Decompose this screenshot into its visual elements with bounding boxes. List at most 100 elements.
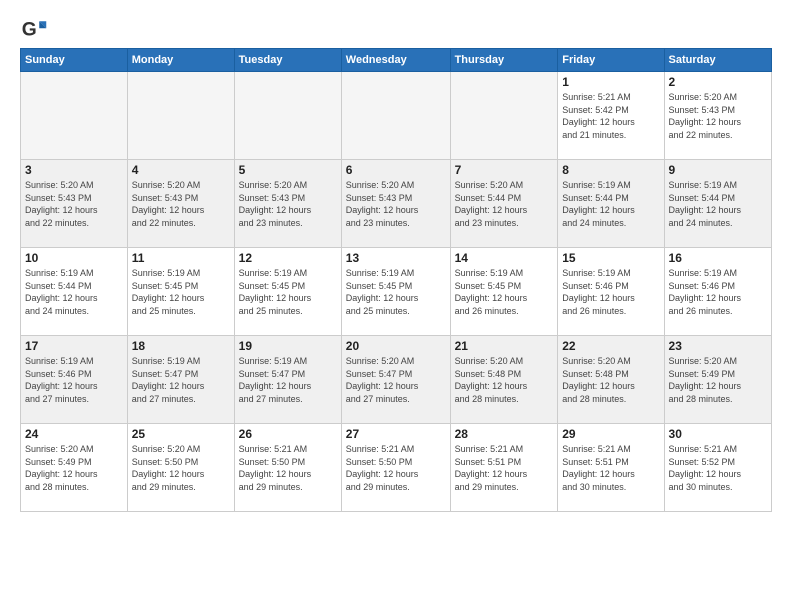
day-info: Sunrise: 5:19 AM Sunset: 5:44 PM Dayligh… [669,179,767,229]
calendar-cell: 29 Sunrise: 5:21 AM Sunset: 5:51 PM Dayli… [558,424,664,512]
day-number: 27 [346,427,446,441]
day-number: 5 [239,163,337,177]
calendar-cell: 2Sunrise: 5:20 AM Sunset: 5:43 PM Daylig… [664,72,771,160]
calendar-cell: 20 Sunrise: 5:20 AM Sunset: 5:47 PM Dayli… [341,336,450,424]
day-number: 22 [562,339,659,353]
calendar-cell: 24 Sunrise: 5:20 AM Sunset: 5:49 PM Dayli… [21,424,128,512]
day-number: 20 [346,339,446,353]
calendar-cell: 4 Sunrise: 5:20 AM Sunset: 5:43 PM Daylig… [127,160,234,248]
calendar: SundayMondayTuesdayWednesdayThursdayFrid… [20,48,772,512]
calendar-cell: 5 Sunrise: 5:20 AM Sunset: 5:43 PM Daylig… [234,160,341,248]
calendar-cell: 10Sunrise: 5:19 AM Sunset: 5:44 PM Dayli… [21,248,128,336]
weekday-header: Friday [558,49,664,72]
day-info: Sunrise: 5:19 AM Sunset: 5:46 PM Dayligh… [25,355,123,405]
day-number: 24 [25,427,123,441]
weekday-header: Monday [127,49,234,72]
day-number: 13 [346,251,446,265]
day-number: 3 [25,163,123,177]
day-number: 1 [562,75,659,89]
day-number: 14 [455,251,554,265]
calendar-cell: 9 Sunrise: 5:19 AM Sunset: 5:44 PM Daylig… [664,160,771,248]
day-number: 30 [669,427,767,441]
calendar-cell: 17 Sunrise: 5:19 AM Sunset: 5:46 PM Dayli… [21,336,128,424]
calendar-cell: 15Sunrise: 5:19 AM Sunset: 5:46 PM Dayli… [558,248,664,336]
day-number: 10 [25,251,123,265]
calendar-cell: 30 Sunrise: 5:21 AM Sunset: 5:52 PM Dayli… [664,424,771,512]
day-number: 23 [669,339,767,353]
calendar-cell [341,72,450,160]
header: G [20,16,772,44]
day-number: 6 [346,163,446,177]
calendar-cell: 23 Sunrise: 5:20 AM Sunset: 5:49 PM Dayli… [664,336,771,424]
calendar-week-row: 10Sunrise: 5:19 AM Sunset: 5:44 PM Dayli… [21,248,772,336]
calendar-cell: 19Sunrise: 5:19 AM Sunset: 5:47 PM Dayli… [234,336,341,424]
day-info: Sunrise: 5:19 AM Sunset: 5:45 PM Dayligh… [132,267,230,317]
weekday-header-row: SundayMondayTuesdayWednesdayThursdayFrid… [21,49,772,72]
calendar-cell: 11 Sunrise: 5:19 AM Sunset: 5:45 PM Dayli… [127,248,234,336]
day-info: Sunrise: 5:20 AM Sunset: 5:43 PM Dayligh… [132,179,230,229]
day-number: 15 [562,251,659,265]
day-info: Sunrise: 5:20 AM Sunset: 5:43 PM Dayligh… [346,179,446,229]
day-number: 16 [669,251,767,265]
weekday-header: Thursday [450,49,558,72]
day-number: 7 [455,163,554,177]
calendar-cell [21,72,128,160]
calendar-week-row: 24 Sunrise: 5:20 AM Sunset: 5:49 PM Dayli… [21,424,772,512]
calendar-cell: 13 Sunrise: 5:19 AM Sunset: 5:45 PM Dayli… [341,248,450,336]
day-info: Sunrise: 5:21 AM Sunset: 5:42 PM Dayligh… [562,91,659,141]
day-number: 12 [239,251,337,265]
day-number: 17 [25,339,123,353]
calendar-cell [234,72,341,160]
day-info: Sunrise: 5:21 AM Sunset: 5:50 PM Dayligh… [239,443,337,493]
calendar-week-row: 1 Sunrise: 5:21 AM Sunset: 5:42 PM Daylig… [21,72,772,160]
day-info: Sunrise: 5:20 AM Sunset: 5:43 PM Dayligh… [25,179,123,229]
calendar-cell: 25Sunrise: 5:20 AM Sunset: 5:50 PM Dayli… [127,424,234,512]
day-number: 29 [562,427,659,441]
calendar-cell [450,72,558,160]
page: G SundayMondayTuesdayWednesdayThursdayFr… [0,0,792,522]
day-info: Sunrise: 5:20 AM Sunset: 5:43 PM Dayligh… [669,91,767,141]
calendar-cell: 27 Sunrise: 5:21 AM Sunset: 5:50 PM Dayli… [341,424,450,512]
day-number: 11 [132,251,230,265]
day-info: Sunrise: 5:21 AM Sunset: 5:51 PM Dayligh… [562,443,659,493]
calendar-week-row: 3 Sunrise: 5:20 AM Sunset: 5:43 PM Daylig… [21,160,772,248]
day-number: 9 [669,163,767,177]
day-number: 25 [132,427,230,441]
day-number: 21 [455,339,554,353]
day-number: 19 [239,339,337,353]
weekday-header: Tuesday [234,49,341,72]
calendar-cell: 6 Sunrise: 5:20 AM Sunset: 5:43 PM Daylig… [341,160,450,248]
day-info: Sunrise: 5:21 AM Sunset: 5:52 PM Dayligh… [669,443,767,493]
day-info: Sunrise: 5:19 AM Sunset: 5:45 PM Dayligh… [455,267,554,317]
calendar-cell: 21 Sunrise: 5:20 AM Sunset: 5:48 PM Dayli… [450,336,558,424]
logo-icon: G [20,16,48,44]
calendar-cell: 7Sunrise: 5:20 AM Sunset: 5:44 PM Daylig… [450,160,558,248]
calendar-cell: 22 Sunrise: 5:20 AM Sunset: 5:48 PM Dayli… [558,336,664,424]
day-info: Sunrise: 5:20 AM Sunset: 5:49 PM Dayligh… [669,355,767,405]
day-number: 28 [455,427,554,441]
calendar-cell: 1 Sunrise: 5:21 AM Sunset: 5:42 PM Daylig… [558,72,664,160]
day-info: Sunrise: 5:20 AM Sunset: 5:49 PM Dayligh… [25,443,123,493]
calendar-cell: 8Sunrise: 5:19 AM Sunset: 5:44 PM Daylig… [558,160,664,248]
calendar-cell [127,72,234,160]
day-info: Sunrise: 5:19 AM Sunset: 5:45 PM Dayligh… [239,267,337,317]
calendar-week-row: 17 Sunrise: 5:19 AM Sunset: 5:46 PM Dayli… [21,336,772,424]
day-info: Sunrise: 5:19 AM Sunset: 5:46 PM Dayligh… [669,267,767,317]
calendar-cell: 12 Sunrise: 5:19 AM Sunset: 5:45 PM Dayli… [234,248,341,336]
calendar-cell: 26 Sunrise: 5:21 AM Sunset: 5:50 PM Dayli… [234,424,341,512]
day-number: 26 [239,427,337,441]
calendar-cell: 18 Sunrise: 5:19 AM Sunset: 5:47 PM Dayli… [127,336,234,424]
day-info: Sunrise: 5:20 AM Sunset: 5:48 PM Dayligh… [455,355,554,405]
day-info: Sunrise: 5:21 AM Sunset: 5:50 PM Dayligh… [346,443,446,493]
calendar-cell: 14 Sunrise: 5:19 AM Sunset: 5:45 PM Dayli… [450,248,558,336]
day-info: Sunrise: 5:20 AM Sunset: 5:43 PM Dayligh… [239,179,337,229]
day-number: 4 [132,163,230,177]
day-number: 18 [132,339,230,353]
day-info: Sunrise: 5:19 AM Sunset: 5:47 PM Dayligh… [132,355,230,405]
calendar-cell: 28 Sunrise: 5:21 AM Sunset: 5:51 PM Dayli… [450,424,558,512]
day-info: Sunrise: 5:19 AM Sunset: 5:45 PM Dayligh… [346,267,446,317]
calendar-cell: 16 Sunrise: 5:19 AM Sunset: 5:46 PM Dayli… [664,248,771,336]
day-info: Sunrise: 5:20 AM Sunset: 5:48 PM Dayligh… [562,355,659,405]
day-info: Sunrise: 5:21 AM Sunset: 5:51 PM Dayligh… [455,443,554,493]
day-info: Sunrise: 5:20 AM Sunset: 5:47 PM Dayligh… [346,355,446,405]
